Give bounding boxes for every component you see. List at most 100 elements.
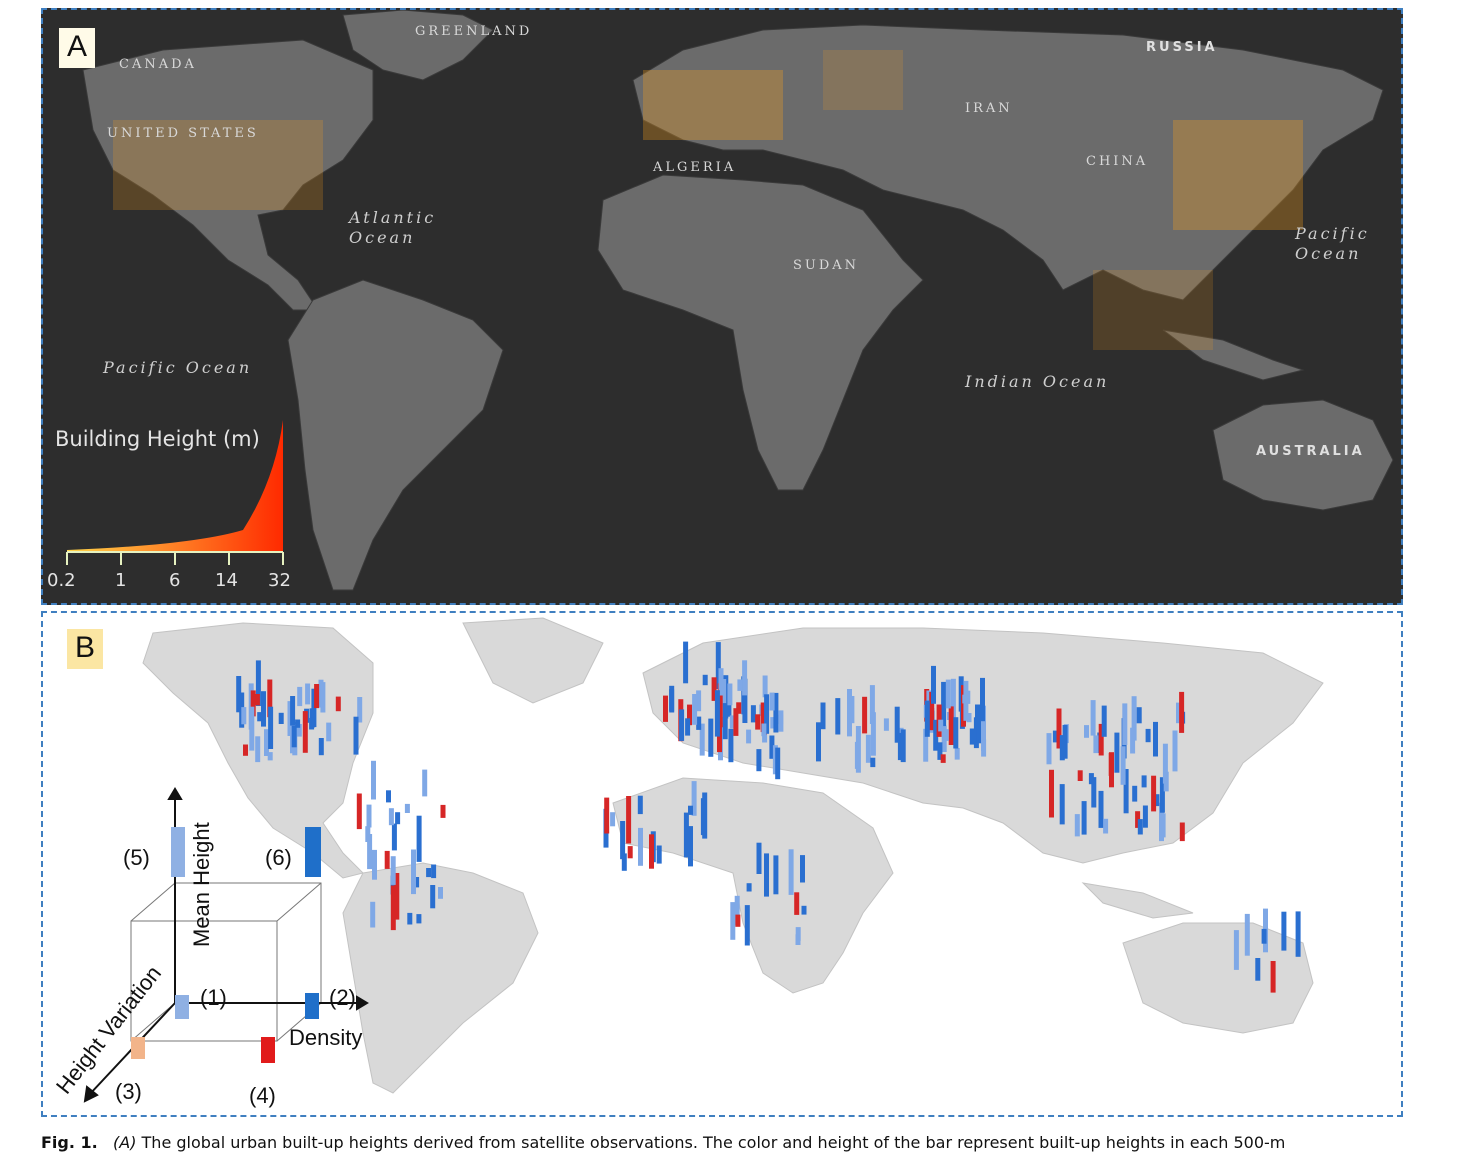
urban-bar <box>728 728 734 763</box>
caption-text: The global urban built-up heights derive… <box>141 1133 1286 1152</box>
label-canada: CANADA <box>119 57 197 72</box>
urban-bar <box>940 754 946 763</box>
urban-bar <box>702 792 708 839</box>
panel-b-label: B <box>67 629 103 669</box>
urban-bar <box>702 674 708 686</box>
inset-label-6: (6) <box>265 845 292 870</box>
urban-bar <box>1059 784 1065 825</box>
urban-bar <box>257 712 263 722</box>
inset-label-2: (2) <box>329 985 356 1010</box>
urban-bar <box>610 812 616 827</box>
urban-bar <box>948 706 954 745</box>
urban-bar <box>1145 728 1151 743</box>
urban-bar <box>685 718 691 736</box>
caption-fig-number: Fig. 1. <box>41 1133 98 1152</box>
label-greenland: GREENLAND <box>415 24 533 39</box>
urban-bar <box>954 748 960 760</box>
b-africa-land <box>612 777 894 994</box>
urban-bar <box>241 707 247 725</box>
urban-bar <box>679 709 685 741</box>
urban-bar <box>291 725 297 748</box>
urban-bar <box>620 821 626 860</box>
urban-bar <box>683 641 689 684</box>
urban-bar <box>669 689 675 712</box>
inset-label-5: (5) <box>123 845 150 870</box>
urban-bar <box>390 856 396 885</box>
label-russia: RUSSIA <box>1146 40 1218 55</box>
urban-bar <box>1122 703 1128 745</box>
urban-bar <box>371 760 376 800</box>
urban-bar <box>254 694 260 706</box>
urban-bar <box>407 912 413 925</box>
urban-bar <box>865 734 871 763</box>
inset-x-axis-label: Density <box>289 1025 363 1050</box>
label-pacific-west: Pacific Ocean <box>103 358 253 377</box>
category-4-bar <box>261 1037 275 1063</box>
category-2-bar <box>305 993 319 1019</box>
urban-bar <box>714 690 720 737</box>
urban-bar <box>335 696 341 712</box>
urban-bar <box>1132 785 1138 802</box>
urban-bar <box>255 736 261 763</box>
urban-bar <box>762 675 768 698</box>
legend-tick: 32 <box>268 570 291 591</box>
urban-bar <box>1137 819 1143 835</box>
urban-bar <box>778 710 784 732</box>
urban-bar <box>820 702 826 730</box>
urban-bar <box>365 826 371 842</box>
urban-bar <box>742 660 748 696</box>
urban-bar <box>769 692 775 711</box>
panel-a-height-map: A GREENLAND CANADA UNITED STATES RUSSIA … <box>41 8 1403 605</box>
urban-bar <box>1046 733 1052 765</box>
inset-label-1: (1) <box>200 985 227 1010</box>
urban-bar <box>1172 730 1178 772</box>
urban-bar <box>1130 727 1136 754</box>
label-atlantic-2: Ocean <box>349 228 416 247</box>
label-sudan: SUDAN <box>793 258 860 273</box>
legend-tick: 14 <box>215 570 238 591</box>
label-iran: IRAN <box>965 101 1013 116</box>
urban-bar <box>854 741 860 769</box>
urban-bar <box>1151 775 1157 812</box>
urban-bar <box>744 905 750 946</box>
urban-bar <box>963 680 969 721</box>
urban-bar <box>801 905 807 915</box>
urban-bar <box>372 849 377 880</box>
urban-bar <box>900 729 906 763</box>
urban-bar <box>683 812 689 858</box>
inset-cube <box>130 882 322 1042</box>
urban-bar <box>746 729 752 744</box>
category-5-bar <box>171 827 185 877</box>
inset-label-4: (4) <box>249 1083 276 1108</box>
legend-tick: 1 <box>115 570 127 591</box>
urban-bar <box>243 744 248 756</box>
urban-bar <box>870 757 876 768</box>
label-atlantic-1: Atlantic <box>349 208 437 227</box>
urban-bar <box>756 842 762 874</box>
urban-bar <box>931 665 936 704</box>
inset-label-3: (3) <box>115 1079 142 1104</box>
urban-bar <box>1077 770 1083 781</box>
urban-bar <box>1233 930 1239 970</box>
urban-bar <box>1114 732 1120 773</box>
urban-bar <box>366 804 372 828</box>
urban-bar <box>1084 725 1089 738</box>
urban-bar <box>430 885 436 909</box>
urban-bar <box>1098 790 1104 828</box>
urban-bar <box>794 892 800 915</box>
b-se-asia-islands <box>1081 882 1194 919</box>
urban-bar <box>941 681 947 727</box>
urban-bar <box>795 927 801 941</box>
urban-bar <box>1162 743 1168 784</box>
legend-tick: 0.2 <box>47 570 76 591</box>
urban-bar <box>764 853 769 897</box>
urban-bar <box>1255 958 1261 981</box>
urban-bar <box>755 714 761 730</box>
label-algeria: ALGERIA <box>653 160 737 175</box>
label-united-states: UNITED STATES <box>107 126 259 141</box>
urban-bar <box>431 864 437 879</box>
urban-bar <box>320 682 326 713</box>
panel-b-map-graphic <box>83 617 1324 1103</box>
urban-bar <box>773 855 779 895</box>
urban-bar <box>953 717 959 749</box>
